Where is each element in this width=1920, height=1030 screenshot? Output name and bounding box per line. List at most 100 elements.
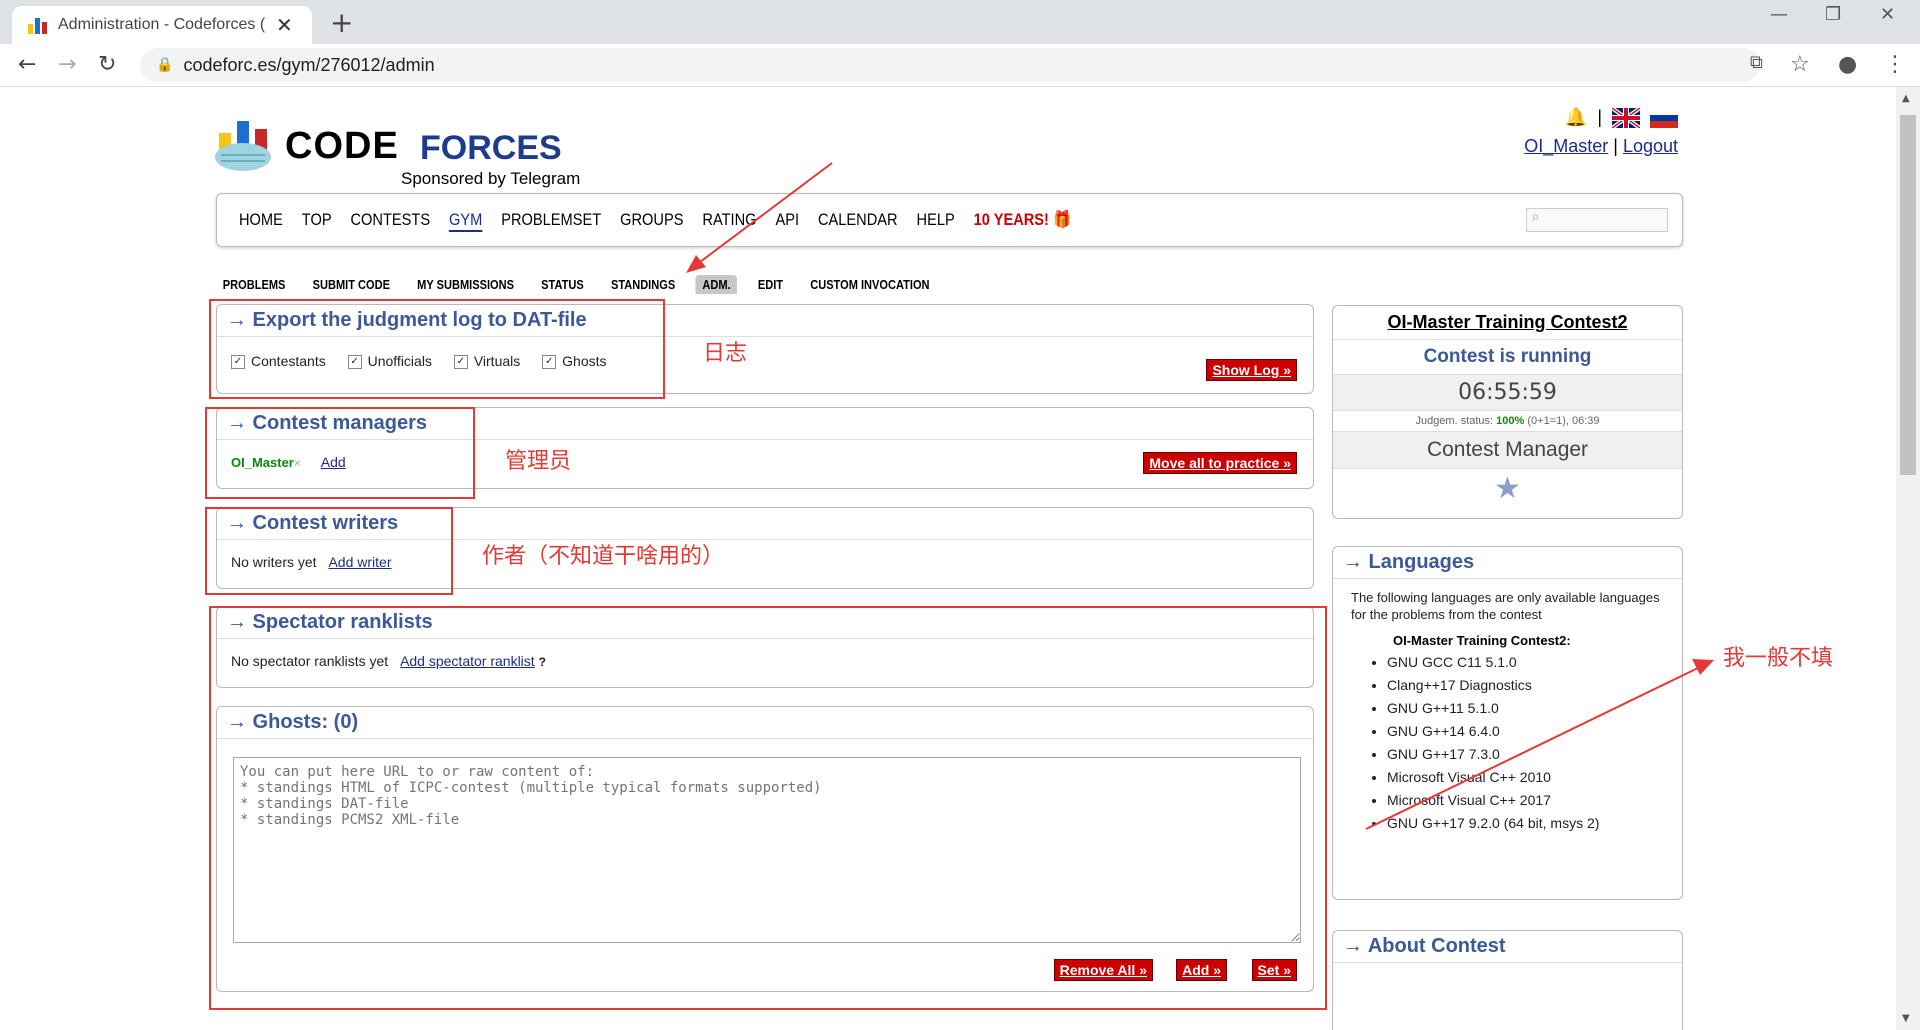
judgement-status-pct: 100% — [1496, 415, 1525, 427]
url-text: codeforc.es/gym/276012/admin — [183, 54, 435, 75]
minimize-icon[interactable]: — — [1770, 4, 1788, 25]
annotation-languages-text: 我一般不填 — [1723, 646, 1834, 671]
judgement-status: Judgem. status: 100% (0+1=1), 06:39 — [1333, 411, 1682, 432]
languages-box: → Languages The following languages are … — [1332, 546, 1683, 900]
search-input[interactable]: ⌕ — [1526, 208, 1668, 232]
menu-10-years[interactable]: 10 YEARS! 🎁 — [974, 210, 1072, 232]
restore-icon[interactable]: ❐ — [1825, 4, 1841, 25]
search-icon: ⌕ — [1531, 209, 1540, 225]
page-scrollbar[interactable]: ▲ ▼ — [1896, 87, 1920, 1030]
annotation-box-export — [209, 299, 665, 399]
menu-problemset[interactable]: PROBLEMSET — [501, 210, 601, 232]
bookmark-star-icon[interactable]: ☆ — [1790, 52, 1810, 77]
logo-forces-text: FORCES — [420, 129, 562, 167]
menu-calendar[interactable]: CALENDAR — [818, 210, 898, 232]
contest-info-box: OI-Master Training Contest2 Contest is r… — [1332, 305, 1683, 519]
languages-list: GNU GCC C11 5.1.0 Clang++17 Diagnostics … — [1333, 654, 1682, 831]
lock-icon: 🔒 — [156, 57, 174, 73]
contest-status: Contest is running — [1333, 340, 1682, 375]
favourite-star-icon[interactable]: ★ — [1333, 469, 1682, 506]
annotation-arrowhead-languages — [1692, 659, 1714, 675]
language-item: GNU G++17 7.3.0 — [1387, 746, 1682, 762]
user-links: OI_Master | Logout — [1524, 136, 1678, 157]
logo-mask-icon — [215, 121, 271, 171]
move-to-practice-button[interactable]: Move all to practice » — [1143, 452, 1297, 474]
menu-top[interactable]: TOP — [302, 210, 332, 232]
menu-contests[interactable]: CONTESTS — [350, 210, 430, 232]
annotation-managers-text: 管理员 — [505, 449, 572, 474]
user-links-separator: | — [1613, 136, 1618, 156]
profile-icon[interactable]: ● — [1838, 52, 1857, 77]
submenu-edit[interactable]: EDIT — [751, 275, 790, 294]
tab-title: Administration - Codeforces ( — [58, 16, 266, 33]
bell-icon[interactable]: 🔔 — [1565, 107, 1587, 128]
scroll-up-icon[interactable]: ▲ — [1902, 93, 1910, 104]
languages-title: → Languages — [1333, 547, 1682, 579]
menu-kebab-icon[interactable]: ⋮ — [1884, 52, 1906, 77]
logo-code-text: CODE — [285, 125, 399, 167]
menu-api[interactable]: API — [775, 210, 799, 232]
submenu-my-submissions[interactable]: MY SUBMISSIONS — [410, 275, 520, 294]
contest-role: Contest Manager — [1333, 432, 1682, 469]
browser-tabbar: Administration - Codeforces ( ✕ + — ❐ ✕ — [0, 0, 1920, 44]
address-bar[interactable]: 🔒 codeforc.es/gym/276012/admin — [140, 48, 1760, 82]
gift-icon: 🎁 — [1053, 210, 1072, 229]
page-content: CODE FORCES Sponsored by Telegram 🔔 | OI… — [0, 87, 1896, 1030]
languages-contest-name: OI-Master Training Contest2: — [1393, 633, 1571, 648]
annotation-arrowhead-adm — [686, 255, 706, 273]
scroll-down-icon[interactable]: ▼ — [1902, 1013, 1910, 1024]
language-item: GNU G++14 6.4.0 — [1387, 723, 1682, 739]
language-item: GNU GCC C11 5.1.0 — [1387, 654, 1682, 670]
annotation-log-text: 日志 — [703, 341, 748, 366]
annotation-writers-text: 作者（不知道干啥用的） — [482, 544, 725, 569]
tab-close-icon[interactable]: ✕ — [276, 13, 293, 37]
menu-gym[interactable]: GYM — [449, 210, 483, 232]
logout-link[interactable]: Logout — [1623, 136, 1678, 156]
logo-sponsor-text: Sponsored by Telegram — [401, 169, 581, 188]
contest-timer: 06:55:59 — [1333, 375, 1682, 411]
english-flag-icon[interactable] — [1612, 107, 1640, 128]
judgement-status-label: Judgem. status: — [1415, 415, 1494, 427]
username-link[interactable]: OI_Master — [1524, 136, 1608, 156]
codeforces-favicon-icon — [28, 16, 48, 34]
window-close-icon[interactable]: ✕ — [1880, 4, 1895, 25]
annotation-box-writers — [205, 507, 453, 595]
main-menu: HOME TOP CONTESTS GYM PROBLEMSET GROUPS … — [216, 193, 1683, 247]
language-item: Microsoft Visual C++ 2017 — [1387, 792, 1682, 808]
scroll-thumb[interactable] — [1900, 115, 1916, 475]
separator: | — [1597, 107, 1602, 127]
about-contest-title: → About Contest — [1333, 931, 1682, 963]
judgement-status-detail: (0+1=1), 06:39 — [1527, 415, 1600, 427]
russian-flag-icon[interactable] — [1650, 107, 1678, 128]
submenu-adm[interactable]: ADM. — [695, 275, 738, 294]
languages-note: The following languages are only availab… — [1351, 590, 1660, 622]
menu-home[interactable]: HOME — [239, 210, 283, 232]
back-icon[interactable]: ← — [18, 52, 36, 77]
language-item: GNU G++17 9.2.0 (64 bit, msys 2) — [1387, 815, 1682, 831]
annotation-box-managers — [205, 407, 475, 499]
browser-toolbar: ← → ↻ 🔒 codeforc.es/gym/276012/admin ⧉ ☆… — [0, 44, 1920, 87]
browser-tab[interactable]: Administration - Codeforces ( ✕ — [12, 6, 312, 44]
language-item: Microsoft Visual C++ 2010 — [1387, 769, 1682, 785]
show-log-button[interactable]: Show Log » — [1206, 359, 1297, 381]
user-box: 🔔 | OI_Master | Logout — [1524, 107, 1678, 157]
menu-help[interactable]: HELP — [917, 210, 955, 232]
menu-groups[interactable]: GROUPS — [620, 210, 683, 232]
submenu-status[interactable]: STATUS — [534, 275, 590, 294]
annotation-box-spectator-ghosts — [209, 606, 1327, 1010]
reload-icon[interactable]: ↻ — [98, 52, 116, 77]
forward-icon[interactable]: → — [58, 52, 76, 77]
translate-icon[interactable]: ⧉ — [1750, 52, 1763, 73]
submenu-custom-invocation[interactable]: CUSTOM INVOCATION — [803, 275, 936, 294]
submenu-standings[interactable]: STANDINGS — [604, 275, 682, 294]
submenu-problems[interactable]: PROBLEMS — [216, 275, 292, 294]
contest-name-link[interactable]: OI-Master Training Contest2 — [1333, 306, 1682, 340]
submenu-submit-code[interactable]: SUBMIT CODE — [306, 275, 397, 294]
about-contest-box: → About Contest — [1332, 930, 1683, 1030]
new-tab-icon[interactable]: + — [330, 6, 353, 39]
language-item: GNU G++11 5.1.0 — [1387, 700, 1682, 716]
menu-rating[interactable]: RATING — [702, 210, 756, 232]
language-item: Clang++17 Diagnostics — [1387, 677, 1682, 693]
contest-submenu: PROBLEMS SUBMIT CODE MY SUBMISSIONS STAT… — [216, 275, 936, 294]
menu-10-years-label: 10 YEARS! — [973, 210, 1049, 229]
